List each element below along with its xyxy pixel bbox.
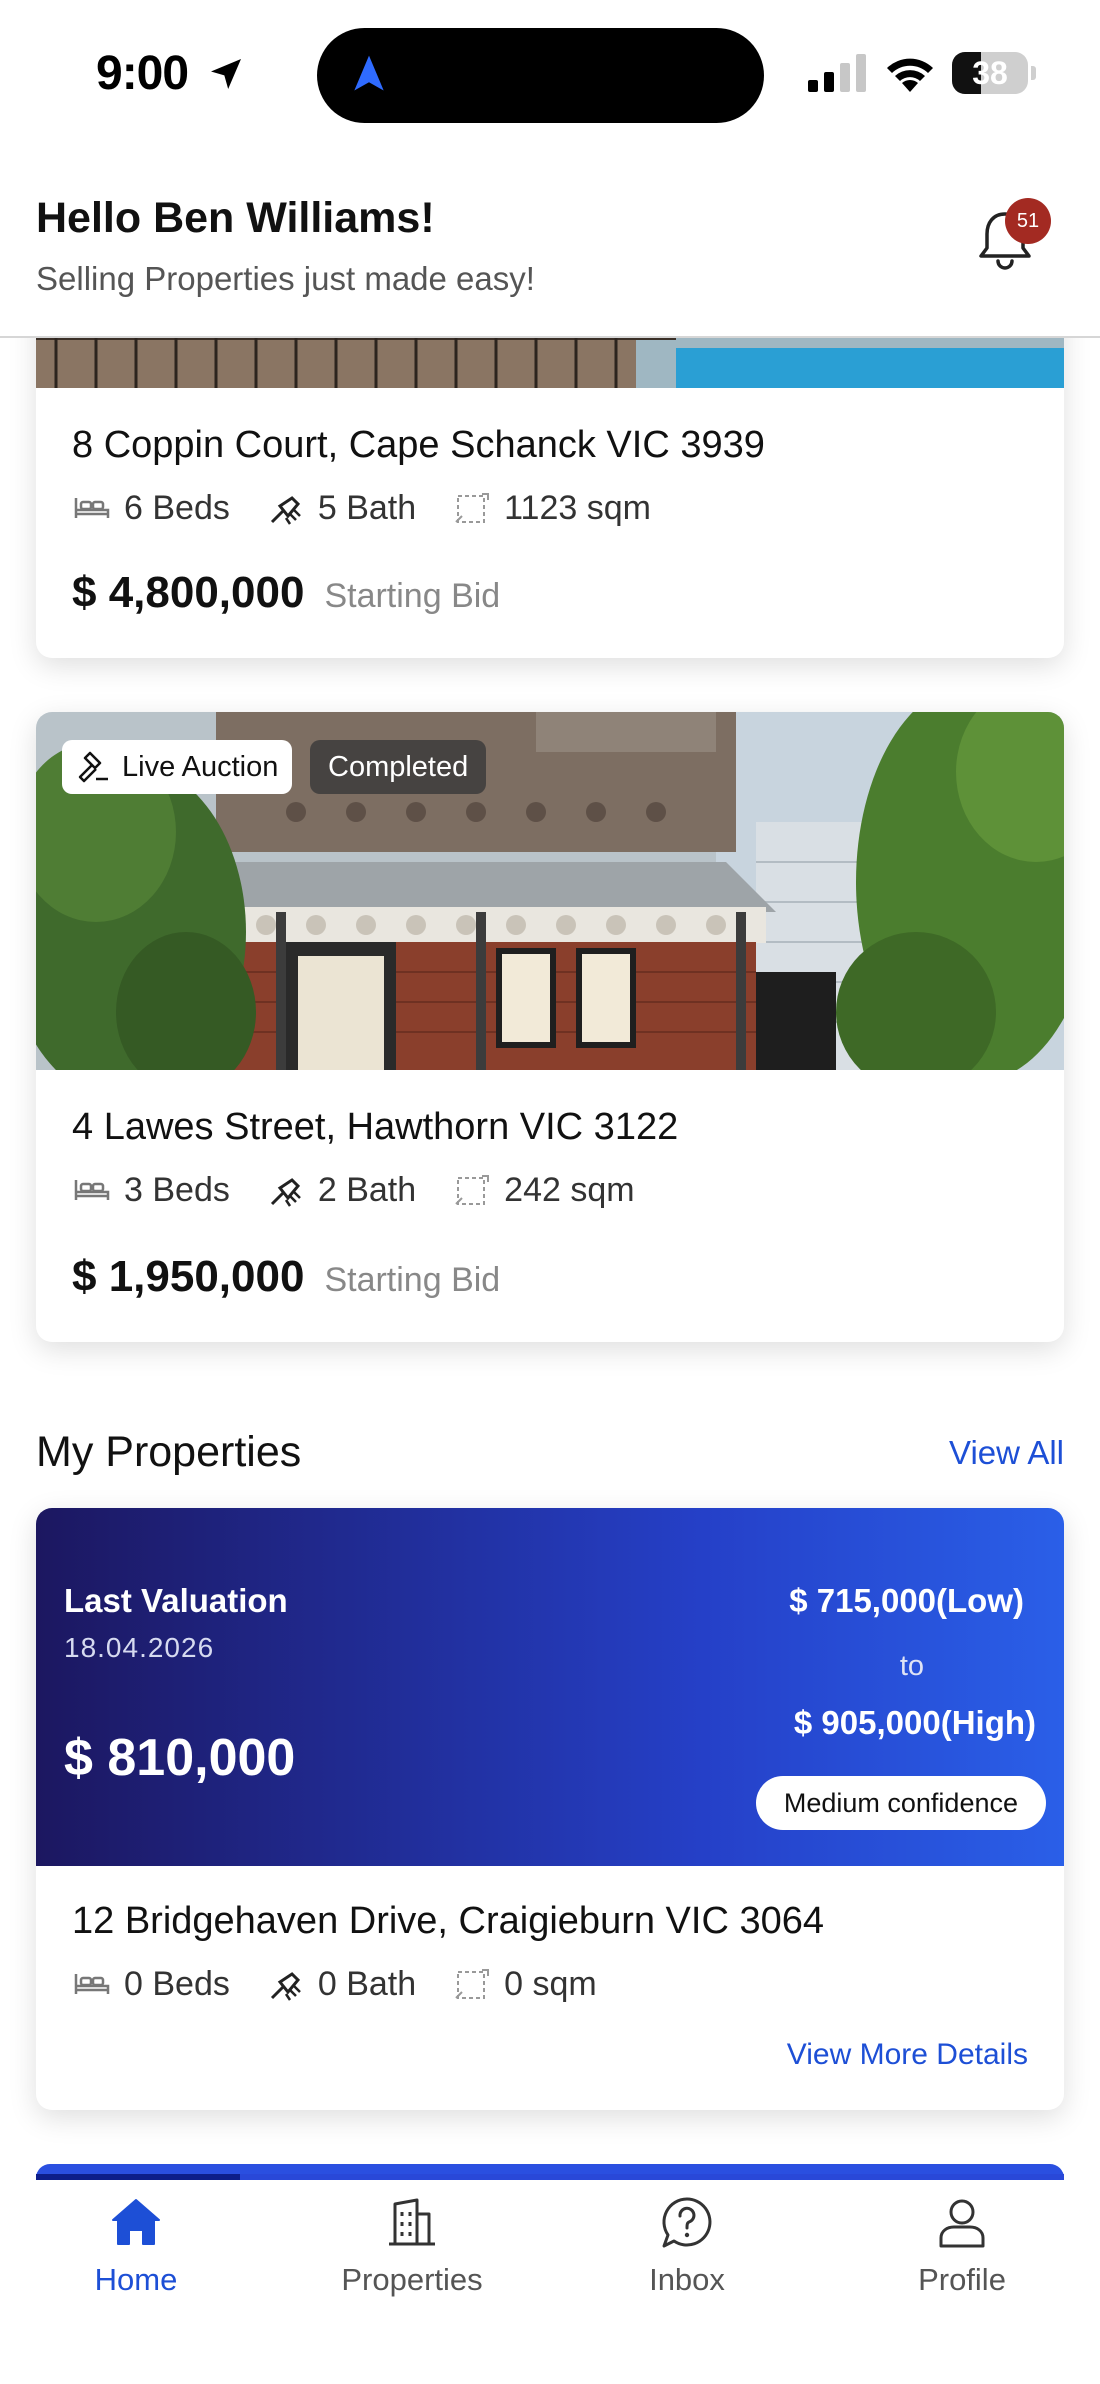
- valuation-low: $ 715,000(Low): [789, 1582, 1024, 1619]
- completed-status-badge: Completed: [310, 740, 487, 794]
- battery-icon: 38: [952, 52, 1036, 94]
- price-note: Starting Bid: [324, 577, 501, 615]
- bed-icon: [74, 1180, 110, 1200]
- property-features: 6 Beds 5 Bath 1123 sqm: [72, 488, 687, 528]
- cellular-signal-icon: [808, 54, 866, 92]
- property-address: 4 Lawes Street, Hawthorn VIC 3122: [72, 1106, 679, 1148]
- status-bar: 9:00 38: [0, 0, 1100, 150]
- next-property-card[interactable]: [36, 2164, 1064, 2174]
- price-row: $ 4,800,000 Starting Bid: [72, 568, 500, 618]
- tab-properties-label: Properties: [341, 2262, 483, 2297]
- app-header: Hello Ben Williams! Selling Properties j…: [0, 150, 1100, 338]
- shower-icon: [270, 1972, 301, 2001]
- area-icon: [455, 1175, 490, 1205]
- live-auction-tag: Live Auction: [62, 740, 293, 794]
- shower-icon: [270, 1178, 301, 1207]
- property-features: 3 Beds 2 Bath 242 sqm: [72, 1170, 671, 1210]
- valuation-high: $ 905,000(High): [793, 1704, 1036, 1741]
- auction-card[interactable]: Live Auction Completed 4 Lawes Street, H…: [36, 712, 1064, 1342]
- valuation-amount: $ 810,000: [64, 1729, 296, 1787]
- valuation-range-to: to: [899, 1650, 924, 1682]
- wifi-icon: [887, 58, 933, 92]
- view-more-details-link[interactable]: View More Details: [787, 2038, 1028, 2072]
- beds-count: 3 Beds: [124, 1170, 230, 1209]
- navigation-arrow-icon: [354, 55, 384, 91]
- battery-level: 38: [972, 55, 1008, 91]
- question-chat-icon: [662, 2197, 712, 2248]
- my-property-card[interactable]: Last Valuation 18.04.2026 $ 810,000 $ 71…: [36, 1508, 1064, 2110]
- tab-indicator: [36, 2174, 240, 2180]
- starting-bid-amount: $ 1,950,000: [72, 1252, 305, 1301]
- status-time: 9:00: [96, 47, 189, 100]
- greeting: Hello Ben Williams!: [36, 194, 435, 242]
- baths-count: 2 Bath: [317, 1170, 417, 1209]
- tab-profile[interactable]: Profile: [852, 2194, 1072, 2324]
- view-all-link[interactable]: View All: [949, 1434, 1064, 1472]
- notification-badge[interactable]: 51: [1005, 198, 1051, 244]
- area-size: 242 sqm: [504, 1170, 635, 1209]
- property-photo: Live Auction Completed: [36, 712, 1064, 1070]
- tab-properties[interactable]: Properties: [302, 2194, 522, 2324]
- price-note: Starting Bid: [324, 1261, 501, 1299]
- content-scroll[interactable]: 8 Coppin Court, Cape Schanck VIC 3939 6 …: [0, 338, 1100, 2174]
- auction-card[interactable]: 8 Coppin Court, Cape Schanck VIC 3939 6 …: [36, 338, 1064, 658]
- valuation-label: Last Valuation: [64, 1582, 288, 1619]
- tab-home-label: Home: [94, 2262, 178, 2297]
- area-size: 0 sqm: [504, 1964, 597, 2003]
- property-address: 12 Bridgehaven Drive, Craigieburn VIC 30…: [72, 1900, 824, 1942]
- bed-icon: [74, 1974, 110, 1994]
- tab-home[interactable]: Home: [26, 2194, 246, 2324]
- area-icon: [455, 1969, 490, 1999]
- beds-count: 6 Beds: [124, 488, 230, 527]
- tab-profile-label: Profile: [918, 2262, 1006, 2297]
- user-icon: [939, 2199, 985, 2248]
- price-row: $ 1,950,000 Starting Bid: [72, 1252, 500, 1302]
- home-icon: [112, 2199, 160, 2245]
- my-properties-header: My Properties View All: [0, 1398, 1100, 1508]
- tab-inbox[interactable]: Inbox: [577, 2194, 797, 2324]
- shower-icon: [270, 496, 301, 525]
- starting-bid-amount: $ 4,800,000: [72, 568, 305, 617]
- baths-count: 5 Bath: [317, 488, 417, 527]
- property-features: 0 Beds 0 Bath 0 sqm: [72, 1964, 633, 2004]
- dynamic-island: [317, 28, 764, 123]
- tagline: Selling Properties just made easy!: [36, 260, 535, 297]
- section-title: My Properties: [36, 1428, 302, 1476]
- property-photo: [36, 338, 1064, 388]
- baths-count: 0 Bath: [317, 1964, 417, 2003]
- gavel-icon: [78, 751, 108, 783]
- area-size: 1123 sqm: [504, 488, 651, 527]
- valuation-date: 18.04.2026: [64, 1632, 215, 1663]
- bed-icon: [74, 498, 110, 518]
- live-auction-label: Live Auction: [122, 750, 279, 783]
- valuation-banner: Last Valuation 18.04.2026 $ 810,000 $ 71…: [36, 1508, 1064, 1866]
- beds-count: 0 Beds: [124, 1964, 230, 2003]
- tab-inbox-label: Inbox: [649, 2262, 725, 2297]
- location-arrow-icon: [211, 59, 241, 89]
- confidence-badge: Medium confidence: [755, 1776, 1046, 1830]
- bottom-tab-bar: Home Properties Inbox Profile: [0, 2174, 1100, 2384]
- building-icon: [389, 2198, 435, 2246]
- property-address: 8 Coppin Court, Cape Schanck VIC 3939: [72, 424, 765, 466]
- area-icon: [455, 493, 490, 523]
